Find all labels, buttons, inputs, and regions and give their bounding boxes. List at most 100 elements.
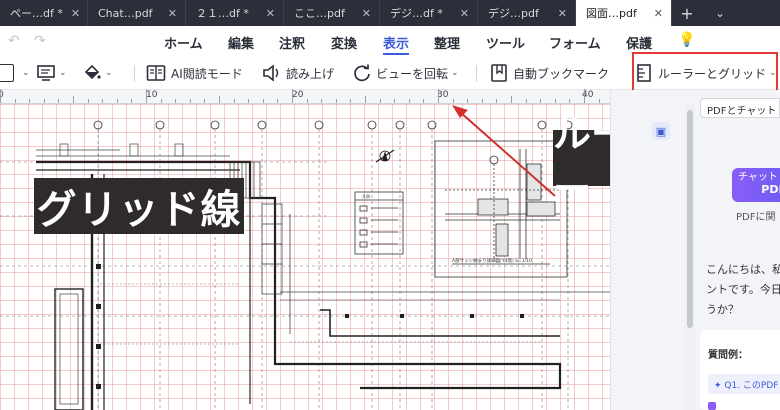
auto-bookmark-label: 自動ブックマーク — [513, 66, 610, 81]
rotate-view-button[interactable]: ビューを回転 ⌄ — [352, 56, 459, 90]
ruler-tick — [335, 99, 337, 103]
read-aloud-button[interactable]: 読み上げ — [262, 56, 334, 90]
ruler-tick — [408, 99, 410, 103]
background-color-button[interactable]: ⌄ — [82, 56, 113, 90]
ruler-tick — [248, 99, 250, 103]
grid-axis-markers — [93, 120, 573, 130]
ruler-tick — [116, 99, 118, 103]
ruler-tick — [175, 99, 177, 103]
page-layout-button[interactable]: ⌄ — [0, 56, 30, 90]
rotate-icon — [354, 64, 370, 82]
ruler-tick — [511, 96, 512, 103]
ai-reading-mode-button[interactable]: AI閲読モード — [146, 56, 243, 90]
chevron-down-icon: ⌄ — [59, 68, 67, 78]
close-icon[interactable]: ✕ — [558, 7, 567, 20]
doc-tab-2[interactable]: Chat…pdf ✕ — [88, 0, 186, 26]
menu-edit[interactable]: 編集 — [228, 33, 254, 52]
menu-forms[interactable]: フォーム — [549, 33, 601, 52]
app-window: ペー…df * ✕ Chat…pdf ✕ ２１…df * ✕ ここ…pdf ✕ デジ…d… — [0, 0, 780, 410]
ruler-tick — [146, 89, 147, 103]
doc-tab-4[interactable]: ここ…pdf ✕ — [284, 0, 380, 26]
doc-tab-label: デジ…df * — [390, 7, 443, 20]
menu-view[interactable]: 表示 — [383, 33, 409, 52]
ruler-tick — [233, 99, 235, 103]
doc-tab-6[interactable]: デジ…pdf ✕ — [478, 0, 576, 26]
ruler-tick — [452, 99, 454, 103]
doc-tab-7-active[interactable]: 図面…pdf ✕ — [576, 0, 672, 26]
ruler-tick — [525, 99, 527, 103]
display-mode-button[interactable]: ⌄ — [36, 56, 67, 90]
ruler-tick — [467, 99, 469, 103]
chat-panel-icon[interactable]: ▣ — [652, 122, 670, 140]
auto-bookmark-button[interactable]: 自動ブックマーク — [490, 56, 609, 90]
menu-organize[interactable]: 整理 — [434, 33, 460, 52]
redo-icon[interactable]: ↷ — [34, 33, 46, 49]
chevron-down-icon: ⌄ — [105, 68, 113, 78]
book-icon — [146, 65, 166, 81]
close-icon[interactable]: ✕ — [362, 7, 371, 20]
ruler-tick — [43, 99, 45, 103]
ruler-tick — [540, 99, 542, 103]
new-tab-button[interactable]: + — [672, 0, 702, 26]
ruler-tick — [306, 99, 308, 103]
ruler-tick — [87, 99, 89, 103]
doc-tab-label: 図面…pdf — [586, 7, 637, 20]
architectural-drawing: 凡例 A部サッシ納まり詳細図(Y4階) S=1/10 — [0, 105, 610, 410]
menu-tools[interactable]: ツール — [486, 33, 525, 52]
chat-with-pdf-button[interactable]: チャット PDF — [732, 168, 780, 202]
ruler-tick — [277, 99, 279, 103]
close-icon[interactable]: ✕ — [71, 7, 80, 20]
active-menu-indicator — [383, 53, 409, 55]
ruler-tick — [14, 99, 16, 103]
paint-bucket-icon — [84, 64, 101, 80]
toolbar-divider — [134, 65, 135, 82]
ruler-tick — [0, 89, 1, 103]
speaker-icon — [263, 64, 279, 82]
close-icon[interactable]: ✕ — [460, 7, 469, 20]
ruler-tick — [131, 99, 133, 103]
doc-tab-3[interactable]: ２１…df * ✕ — [186, 0, 284, 26]
chevron-down-icon: ⌄ — [22, 68, 30, 78]
open-pdf-hint: PDFに関 — [736, 212, 776, 223]
lightbulb-icon[interactable]: 💡 — [678, 32, 695, 48]
ruler-tick — [423, 99, 425, 103]
document-tab-bar: ペー…df * ✕ Chat…pdf ✕ ２１…df * ✕ ここ…pdf ✕ デジ…d… — [0, 0, 780, 26]
ruler-tick — [204, 99, 206, 103]
ruler-tick — [350, 99, 352, 103]
doc-tab-label: ここ…pdf — [294, 7, 345, 20]
doc-tab-label: ペー…df * — [10, 7, 63, 20]
page-layout-icon — [0, 64, 14, 82]
tab-list-chevron-icon[interactable]: ⌄ — [702, 0, 738, 26]
rotate-view-label: ビューを回転 — [376, 66, 449, 81]
panel-scrollbar-thumb[interactable] — [687, 110, 693, 328]
greeting-line: ントです。今日 — [706, 283, 780, 296]
pdf-chat-tab[interactable]: PDFとチャット — [700, 98, 780, 118]
doc-tab-1[interactable]: ペー…df * ✕ — [0, 0, 88, 26]
example-questions-card: 質問例： ✦ Q1. このPDF — [700, 330, 780, 410]
legend-title: 凡例 — [362, 193, 370, 199]
menu-protect[interactable]: 保護 — [626, 33, 652, 52]
pdf-document-canvas[interactable]: 凡例 A部サッシ納まり詳細図(Y4階) S=1/10 — [0, 104, 610, 410]
undo-icon[interactable]: ↶ — [8, 33, 20, 49]
chat-input-icon[interactable] — [708, 402, 716, 410]
ruler-label: 20 — [292, 90, 304, 100]
menu-convert[interactable]: 変換 — [331, 33, 357, 52]
close-icon[interactable]: ✕ — [266, 7, 275, 20]
example-question-item[interactable]: ✦ Q1. このPDF — [708, 374, 780, 394]
menu-home[interactable]: ホーム — [164, 33, 203, 52]
doc-tab-5[interactable]: デジ…df * ✕ — [380, 0, 478, 26]
menu-annotate[interactable]: 注釈 — [279, 33, 305, 52]
chat-button-line1: チャット — [738, 172, 778, 183]
ruler-tick — [365, 96, 366, 103]
ruler-tick — [481, 99, 483, 103]
ruler-tick — [219, 96, 220, 103]
close-icon[interactable]: ✕ — [168, 7, 177, 20]
detail-caption: A部サッシ納まり詳細図(Y4階) S=1/10 — [452, 257, 532, 264]
ruler-tick — [394, 99, 396, 103]
greeting-line: うか？ — [706, 303, 739, 316]
ruler-tick — [262, 99, 264, 103]
ruler-tick — [73, 96, 74, 103]
greeting-line: こんにちは、私 — [706, 263, 780, 276]
ruler-tick — [58, 99, 60, 103]
close-icon[interactable]: ✕ — [654, 7, 663, 20]
